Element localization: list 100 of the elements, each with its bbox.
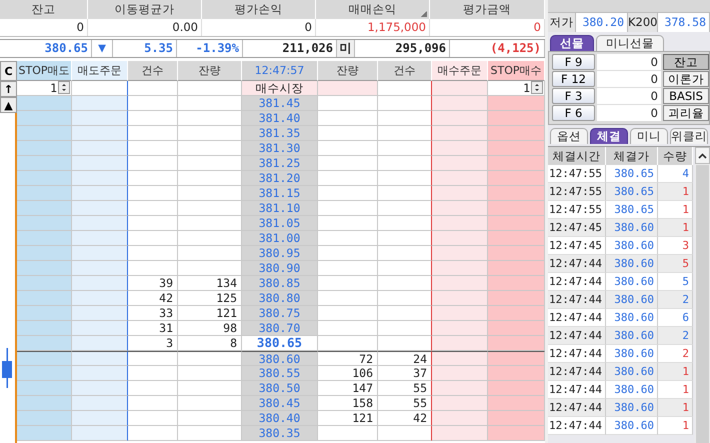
trade-quantity: 1 — [658, 381, 693, 399]
price-cell: 381.35 — [242, 126, 318, 141]
trade-time: 12:47:55 — [548, 201, 606, 219]
order-cell[interactable] — [72, 246, 128, 261]
price-cell: 380.40 — [242, 411, 318, 426]
order-cell — [128, 111, 178, 126]
price-cell: 380.95 — [242, 246, 318, 261]
order-cell[interactable] — [72, 81, 128, 96]
order-cell[interactable] — [72, 276, 128, 291]
order-cell[interactable] — [72, 306, 128, 321]
column-header[interactable]: 잔고 — [0, 0, 88, 19]
order-cell — [318, 126, 378, 141]
order-cell[interactable] — [488, 351, 545, 366]
order-cell — [128, 246, 178, 261]
view-button[interactable]: BASIS — [663, 88, 709, 104]
trade-price: 380.65 — [606, 165, 658, 183]
quantity-cell: 31 — [128, 321, 178, 336]
order-cell — [318, 156, 378, 171]
order-cell[interactable] — [72, 366, 128, 381]
order-cell[interactable] — [72, 321, 128, 336]
column-header: STOP매수 — [488, 61, 545, 81]
order-cell — [318, 261, 378, 276]
order-cell[interactable] — [72, 96, 128, 111]
order-cell — [318, 276, 378, 291]
order-cell[interactable] — [17, 351, 72, 366]
contract-button[interactable]: F 12 — [552, 71, 595, 87]
quantity-cell: 3 — [128, 336, 178, 351]
tab[interactable]: 선물 — [550, 35, 594, 51]
column-header[interactable]: 매매손익 — [316, 0, 430, 19]
trade-time: 12:47:44 — [548, 399, 606, 417]
price-cell: 381.10 — [242, 201, 318, 216]
tab[interactable]: 미니선물 — [596, 35, 664, 51]
column-header: 건수 — [128, 61, 178, 81]
trade-price: 380.60 — [606, 327, 658, 345]
trade-price: 380.65 — [606, 201, 658, 219]
view-button[interactable]: 괴리율 — [663, 105, 709, 121]
price-cell: 380.50 — [242, 381, 318, 396]
order-cell — [128, 381, 178, 396]
order-cell[interactable] — [72, 426, 128, 441]
tab[interactable]: 위클리 — [670, 128, 708, 144]
trade-time: 12:47:45 — [548, 219, 606, 237]
order-cell[interactable] — [72, 396, 128, 411]
order-cell[interactable] — [72, 381, 128, 396]
order-cell[interactable] — [72, 171, 128, 186]
order-cell[interactable] — [72, 351, 128, 366]
order-cell[interactable] — [72, 216, 128, 231]
side-button[interactable]: ↑ — [0, 81, 17, 97]
tab[interactable]: 미니 — [630, 128, 668, 144]
price-cell: 380.85 — [242, 276, 318, 291]
view-button[interactable]: 이론가 — [663, 71, 709, 87]
view-button[interactable]: 잔고 — [663, 54, 709, 70]
order-cell[interactable] — [72, 156, 128, 171]
contract-button[interactable]: F 6 — [552, 105, 595, 121]
scroll-up-button[interactable] — [695, 147, 710, 164]
order-cell[interactable] — [72, 411, 128, 426]
order-cell[interactable] — [432, 351, 488, 366]
trade-time: 12:47:45 — [548, 237, 606, 255]
price-cell: 380.70 — [242, 321, 318, 336]
trade-price: 380.60 — [606, 399, 658, 417]
order-cell[interactable] — [72, 261, 128, 276]
column-header[interactable]: 이동평균가 — [88, 0, 202, 19]
order-cell[interactable] — [72, 231, 128, 246]
scrollbar-thumb[interactable] — [696, 165, 709, 443]
order-cell — [318, 96, 378, 111]
order-cell[interactable] — [72, 141, 128, 156]
trade-quantity: 1 — [658, 201, 693, 219]
order-cell[interactable] — [72, 111, 128, 126]
order-cell[interactable] — [72, 186, 128, 201]
order-cell[interactable] — [72, 291, 128, 306]
order-cell — [128, 216, 178, 231]
tab[interactable]: 옵션 — [550, 128, 588, 144]
column-header[interactable]: 평가손익 — [202, 0, 316, 19]
order-cell — [128, 261, 178, 276]
trade-price: 380.65 — [606, 183, 658, 201]
change-arrow: ▼ — [98, 40, 106, 57]
current-price: 380.65 — [0, 40, 92, 57]
side-button[interactable]: C — [0, 61, 17, 81]
trade-quantity: 5 — [658, 273, 693, 291]
trade-time: 12:47:44 — [548, 291, 606, 309]
price-cell: 381.15 — [242, 186, 318, 201]
market-buy-cell[interactable]: 매수시장 — [242, 81, 318, 96]
trade-quantity: 1 — [658, 399, 693, 417]
summary-value: 0 — [202, 19, 316, 36]
quote-value: 380.20 — [576, 13, 628, 32]
order-cell[interactable] — [72, 126, 128, 141]
contract-value: 0 — [597, 105, 661, 121]
trade-quantity: 1 — [658, 219, 693, 237]
order-cell — [128, 126, 178, 141]
quantity-cell: 121 — [318, 411, 378, 426]
tab[interactable]: 체결 — [590, 128, 628, 144]
order-cell — [318, 201, 378, 216]
order-cell[interactable] — [72, 336, 128, 351]
contract-button[interactable]: F 9 — [552, 54, 595, 70]
order-cell[interactable] — [72, 201, 128, 216]
side-button[interactable]: ▲ — [0, 97, 17, 113]
trade-quantity: 1 — [658, 417, 693, 435]
order-cell[interactable] — [378, 81, 432, 96]
contract-button[interactable]: F 3 — [552, 88, 595, 104]
trade-price: 380.60 — [606, 255, 658, 273]
column-header[interactable]: 평가금액 — [430, 0, 545, 19]
